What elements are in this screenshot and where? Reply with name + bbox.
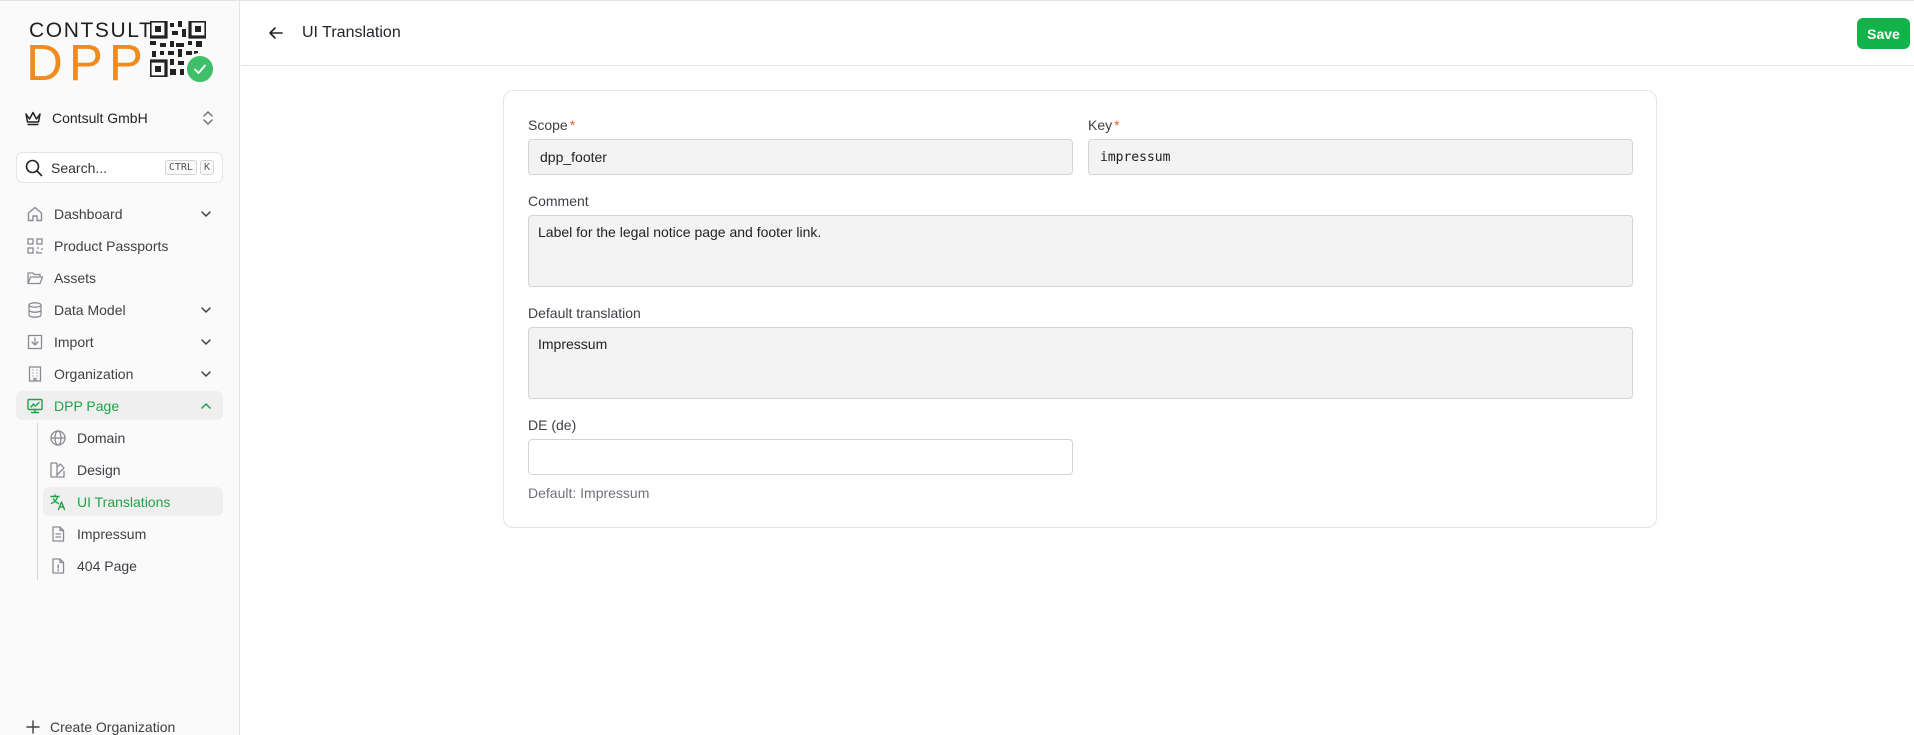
sidebar-item-label: Import (54, 333, 94, 350)
sidebar-subitem-404-page[interactable]: 404 Page (43, 551, 223, 580)
sidebar-item-assets[interactable]: Assets (16, 263, 223, 292)
search-placeholder: Search... (51, 159, 108, 176)
create-organization-button[interactable]: Create Organization (26, 719, 175, 735)
chevron-down-icon (201, 371, 211, 378)
sidebar-item-product-passports[interactable]: Product Passports (16, 231, 223, 260)
org-switcher[interactable]: Contsult GmbH (16, 104, 222, 132)
brand-word-bottom: DPP (26, 34, 149, 91)
folder-open-icon (27, 271, 44, 284)
translation-form-card: Scope * dpp_footer Key * impressum Comment… (503, 90, 1657, 528)
brand-logo[interactable]: CONTSULT DPP (26, 17, 216, 91)
file-text-icon (52, 525, 65, 542)
de-translation-label: DE (de) (528, 417, 577, 433)
sidebar-item-label: Assets (54, 269, 97, 286)
sidebar-nav: Dashboard Product Passports Assets Data … (16, 199, 223, 583)
arrow-left-icon[interactable] (266, 23, 286, 43)
sidebar-subitem-design[interactable]: Design (43, 455, 223, 484)
sidebar-item-label: UI Translations (77, 493, 171, 510)
sidebar-subitem-domain[interactable]: Domain (43, 423, 223, 452)
chevron-down-icon (201, 211, 211, 218)
sidebar-item-label: 404 Page (77, 557, 137, 574)
crown-icon (25, 111, 41, 126)
org-name: Contsult GmbH (52, 110, 148, 126)
key-label: Key * (1088, 117, 1120, 133)
monitor-icon (27, 398, 43, 413)
palette-icon (50, 461, 65, 478)
save-button[interactable]: Save (1857, 18, 1910, 49)
qr-grid-icon (27, 237, 43, 254)
sidebar-item-label: Product Passports (54, 237, 169, 254)
sidebar-item-organization[interactable]: Organization (16, 359, 223, 388)
scope-label-text: Scope (528, 117, 568, 133)
page-title: UI Translation (302, 24, 401, 41)
comment-label: Comment (528, 193, 589, 209)
sidebar-item-import[interactable]: Import (16, 327, 223, 356)
sidebar-item-label: Design (77, 461, 121, 478)
home-icon (27, 206, 43, 221)
kbd-ctrl: CTRL (164, 160, 197, 175)
chevron-down-icon (201, 307, 211, 314)
sidebar-subitem-impressum[interactable]: Impressum (43, 519, 223, 548)
globe-icon (50, 429, 66, 446)
default-translation-label: Default translation (528, 305, 641, 321)
de-default-hint: Default: Impressum (528, 485, 650, 501)
sidebar-item-label: Domain (77, 429, 126, 446)
sidebar-item-label: Organization (54, 365, 134, 382)
sidebar-subitem-ui-translations[interactable]: UI Translations (43, 487, 223, 516)
sidebar-item-label: Dashboard (54, 205, 123, 222)
scope-label: Scope * (528, 117, 575, 133)
building-icon (28, 365, 42, 382)
key-label-text: Key (1088, 117, 1113, 133)
import-icon (27, 334, 43, 349)
chevron-down-icon (201, 339, 211, 346)
database-icon (28, 301, 42, 318)
page-header: UI Translation Save (241, 1, 1914, 66)
sidebar-item-label: Impressum (77, 525, 147, 542)
sidebar: CONTSULT DPP Contsult GmbH Search... CTR… (0, 1, 240, 735)
sidebar-item-label: DPP Page (54, 397, 120, 414)
search-input[interactable]: Search... CTRL K (16, 152, 223, 183)
chevron-up-icon (201, 402, 211, 409)
sidebar-item-dashboard[interactable]: Dashboard (16, 199, 223, 228)
required-marker: * (569, 117, 576, 133)
default-translation-textarea[interactable]: Impressum (528, 327, 1633, 399)
plus-icon (26, 720, 40, 734)
de-translation-field[interactable] (528, 439, 1073, 475)
search-icon (25, 159, 43, 176)
sidebar-item-dpp-page[interactable]: DPP Page (16, 391, 223, 420)
dpp-page-subnav: Domain Design UI Translations Impressum … (37, 423, 223, 580)
file-alert-icon (52, 557, 65, 574)
translate-icon (50, 493, 66, 510)
comment-textarea[interactable]: Label for the legal notice page and foot… (528, 215, 1633, 287)
sidebar-item-label: Data Model (54, 301, 126, 318)
chevrons-up-down-icon (203, 110, 213, 126)
key-field[interactable]: impressum (1088, 139, 1633, 175)
kbd-k: K (199, 160, 214, 175)
scope-field[interactable]: dpp_footer (528, 139, 1073, 175)
sidebar-item-data-model[interactable]: Data Model (16, 295, 223, 324)
create-organization-label: Create Organization (50, 719, 176, 735)
check-badge-icon (184, 53, 216, 85)
required-marker: * (1114, 117, 1120, 133)
